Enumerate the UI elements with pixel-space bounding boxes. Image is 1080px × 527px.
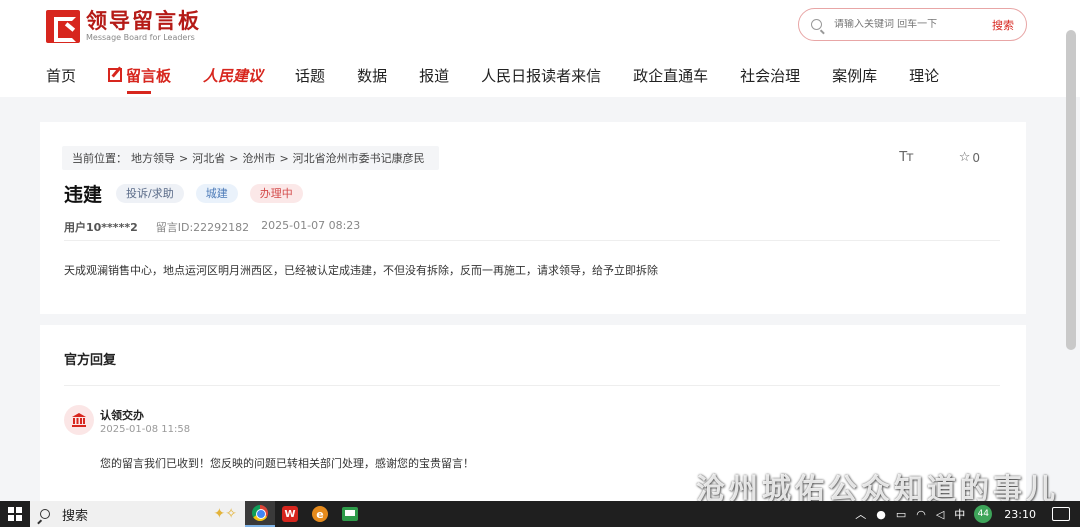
security-icon[interactable]: ● [876, 508, 886, 521]
domain-tag: 城建 [195, 184, 238, 203]
edit-icon [108, 67, 123, 82]
search-input[interactable] [834, 19, 964, 30]
logo-mark-icon [46, 9, 80, 43]
breadcrumb: 当前位置： 地方领导 > 河北省 > 沧州市 > 河北省沧州市委书记康彦民 [62, 146, 439, 170]
breadcrumb-local-leaders[interactable]: 地方领导 [131, 150, 175, 166]
message-content: 天成观澜销售中心，地点运河区明月洲西区，已经被认定成违建，不但没有拆除，反而一再… [64, 264, 658, 277]
title-row: 违建 投诉/求助 城建 办理中 [64, 180, 315, 207]
site-header: 领导留言板 Message Board for Leaders 搜索 首页 留言… [0, 0, 1080, 97]
battery-icon[interactable]: ▭ [896, 508, 906, 521]
reply-time: 2025-01-08 11:58 [100, 424, 191, 435]
taskbar: 搜索 ✦✧ W e ︿ ● ▭ ◠ ◁ 中 44 23:10 [0, 501, 1080, 527]
volume-icon[interactable]: ◁ [936, 508, 944, 521]
site-logo[interactable]: 领导留言板 Message Board for Leaders [46, 8, 201, 44]
search-box: 搜索 [798, 8, 1027, 41]
star-icon[interactable]: ☆ [959, 150, 971, 165]
reply-section-title: 官方回复 [64, 353, 117, 368]
message-card: 当前位置： 地方领导 > 河北省 > 沧州市 > 河北省沧州市委书记康彦民 Tт… [40, 122, 1026, 314]
nav-item-reader-letters[interactable]: 人民日报读者来信 [481, 65, 601, 86]
divider [64, 385, 1000, 386]
logo-subtitle: Message Board for Leaders [86, 33, 195, 42]
breadcrumb-separator: > [279, 151, 289, 165]
search-icon [811, 19, 822, 30]
breadcrumb-province[interactable]: 河北省 [192, 150, 225, 166]
browser-app-icon[interactable]: e [305, 501, 335, 527]
category-tag: 投诉/求助 [116, 184, 184, 203]
status-badge: 办理中 [249, 184, 303, 203]
message-tools: Tт ☆ 0 [899, 150, 980, 165]
favorite-count: 0 [972, 150, 980, 165]
clock[interactable]: 23:10 [1004, 508, 1036, 521]
reply-handler: 认领交办 [100, 409, 144, 422]
search-button[interactable]: 搜索 [992, 17, 1014, 33]
notification-icon[interactable] [1052, 507, 1070, 521]
reply-content: 您的留言我们已收到！您反映的问题已转相关部门处理，感谢您的宝贵留言！ [100, 457, 474, 470]
scrollbar[interactable] [1066, 30, 1076, 350]
wifi-icon[interactable]: ◠ [916, 508, 926, 521]
logo-title: 领导留言板 [86, 9, 201, 33]
nav-item-home[interactable]: 首页 [46, 65, 76, 86]
taskbar-search-label: 搜索 [62, 508, 89, 524]
nav-item-message-board-label: 留言板 [126, 66, 172, 85]
nav-item-people-suggestions[interactable]: 人民建议 [203, 65, 263, 86]
main-nav: 首页 留言板 人民建议 话题 数据 报道 人民日报读者来信 政企直通车 社会治理… [46, 62, 971, 94]
wps-app-icon[interactable]: W [275, 501, 305, 527]
input-method[interactable]: 中 [954, 506, 965, 522]
sparkle-icon: ✦✧ [213, 506, 237, 522]
windows-icon [8, 507, 22, 521]
font-size-icon[interactable]: Tт [899, 150, 913, 165]
manager-app-icon[interactable] [335, 501, 365, 527]
search-icon [40, 509, 50, 519]
chevron-up-icon[interactable]: ︿ [855, 506, 866, 522]
chrome-app-icon[interactable] [245, 501, 275, 527]
tray-badge[interactable]: 44 [974, 505, 993, 523]
breadcrumb-separator: > [229, 151, 239, 165]
breadcrumb-prefix: 当前位置： [72, 152, 127, 165]
message-id: 留言ID:22292182 [155, 221, 250, 234]
message-user: 用户10*****2 [64, 221, 138, 234]
nav-item-gov-business[interactable]: 政企直通车 [633, 65, 708, 86]
nav-item-reports[interactable]: 报道 [419, 65, 449, 86]
breadcrumb-separator: > [179, 151, 189, 165]
government-building-icon [64, 405, 94, 435]
message-meta: 用户10*****2 留言ID:22292182 2025-01-07 08:2… [64, 219, 360, 235]
breadcrumb-city[interactable]: 沧州市 [242, 150, 275, 166]
nav-item-social-governance[interactable]: 社会治理 [740, 65, 800, 86]
message-datetime: 2025-01-07 08:23 [261, 219, 361, 232]
nav-item-message-board[interactable]: 留言板 [108, 65, 172, 94]
nav-item-data[interactable]: 数据 [357, 65, 387, 86]
message-title: 违建 [64, 184, 103, 206]
breadcrumb-leader[interactable]: 河北省沧州市委书记康彦民 [293, 150, 425, 166]
taskbar-search[interactable]: 搜索 ✦✧ [30, 501, 245, 527]
start-button[interactable] [0, 501, 30, 527]
divider [64, 240, 1000, 241]
government-building-svg [72, 413, 86, 427]
system-tray: ︿ ● ▭ ◠ ◁ 中 44 23:10 [850, 501, 1080, 527]
nav-item-theory[interactable]: 理论 [909, 65, 939, 86]
nav-item-case-library[interactable]: 案例库 [832, 65, 877, 86]
nav-item-topics[interactable]: 话题 [295, 65, 325, 86]
